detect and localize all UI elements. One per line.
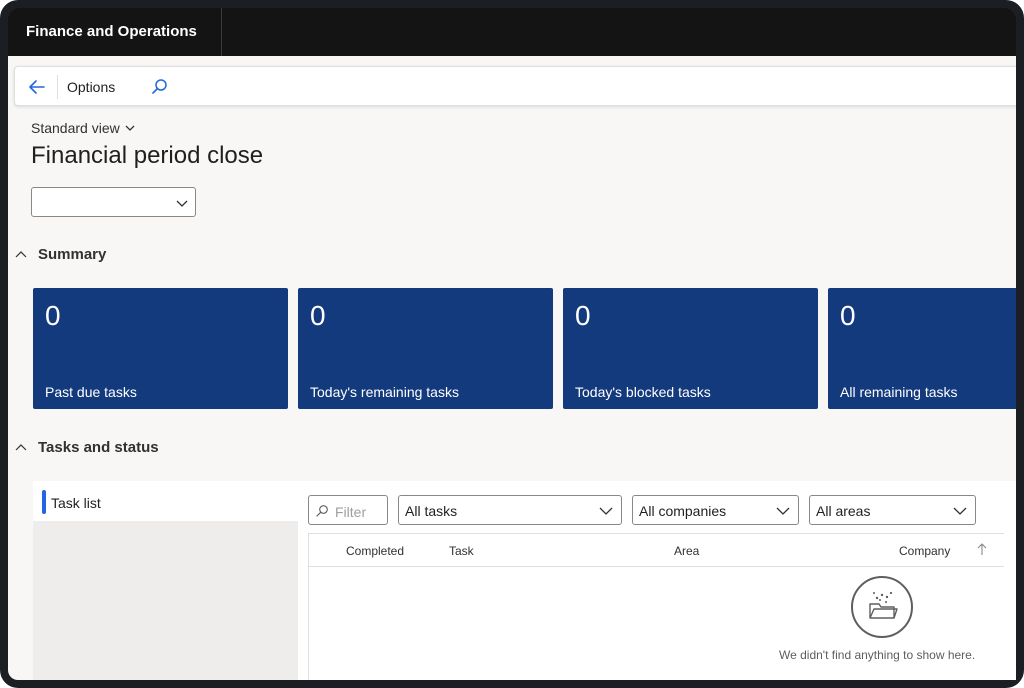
selected-indicator (42, 490, 46, 514)
options-button[interactable]: Options (67, 79, 115, 95)
app-bar-divider (221, 8, 222, 56)
filter-placeholder: Filter (335, 504, 367, 520)
chevron-up-icon (15, 250, 27, 257)
column-header-completed[interactable]: Completed (346, 544, 404, 558)
empty-state-message: We didn't find anything to show here. (779, 648, 976, 662)
column-header-task[interactable]: Task (449, 544, 474, 558)
nav-item-label: Task list (51, 495, 101, 511)
chevron-up-icon (15, 443, 27, 450)
tasks-section-header[interactable]: Tasks and status (14, 439, 159, 456)
view-selector[interactable]: Standard view (31, 120, 136, 136)
search-icon (152, 79, 167, 94)
column-header-company[interactable]: Company (899, 544, 950, 558)
tile-count: 0 (575, 300, 591, 331)
filter-input[interactable]: Filter (308, 495, 388, 525)
tile-label: Today's blocked tasks (575, 384, 711, 400)
tile-todays-blocked-tasks[interactable]: 0 Today's blocked tasks (563, 288, 818, 409)
chevron-down-icon (776, 507, 790, 515)
company-select[interactable]: All companies (632, 495, 799, 525)
sort-arrow-icon[interactable] (976, 541, 988, 557)
tasks-section-label: Tasks and status (38, 439, 159, 456)
empty-state-icon (851, 576, 913, 638)
chevron-down-icon (125, 125, 135, 131)
chevron-down-icon (599, 507, 613, 515)
tile-all-remaining-tasks[interactable]: 0 All remaining tasks (828, 288, 1016, 409)
task-status-select[interactable]: All tasks (398, 495, 622, 525)
summary-section-header[interactable]: Summary (14, 246, 106, 263)
task-list-panel: Filter All tasks All companies All areas (298, 481, 1016, 680)
action-pane-divider (57, 75, 58, 99)
tile-label: Past due tasks (45, 384, 137, 400)
chevron-down-icon (953, 507, 967, 515)
period-dropdown[interactable] (31, 187, 196, 217)
summary-section-label: Summary (38, 246, 107, 263)
tasks-nav-panel: Task list (33, 481, 298, 680)
tile-count: 0 (45, 300, 61, 331)
tile-count: 0 (840, 300, 856, 331)
search-button[interactable] (148, 76, 170, 98)
empty-folder-icon (869, 591, 898, 619)
task-status-value: All tasks (405, 503, 458, 519)
app-bar: Finance and Operations (8, 8, 1016, 56)
column-header-area[interactable]: Area (674, 544, 699, 558)
app-title[interactable]: Finance and Operations (26, 23, 197, 40)
nav-item-task-list[interactable]: Task list (33, 481, 298, 521)
back-button[interactable] (23, 73, 51, 101)
action-pane: Options (14, 66, 1016, 106)
tile-past-due-tasks[interactable]: 0 Past due tasks (33, 288, 288, 409)
view-selector-label: Standard view (31, 120, 120, 136)
area-value: All areas (816, 503, 871, 519)
window-frame: Finance and Operations Options Standard … (0, 0, 1024, 688)
company-value: All companies (639, 503, 727, 519)
area-select[interactable]: All areas (809, 495, 976, 525)
page-title: Financial period close (31, 142, 264, 169)
grid-header: Completed Task Area Company (308, 533, 1004, 567)
workspace: Options Standard view Financial period c… (8, 56, 1016, 680)
tile-label: All remaining tasks (840, 384, 958, 400)
tile-count: 0 (310, 300, 326, 331)
search-icon (316, 505, 328, 517)
tile-todays-remaining-tasks[interactable]: 0 Today's remaining tasks (298, 288, 553, 409)
chevron-down-icon (176, 200, 188, 207)
tile-label: Today's remaining tasks (310, 384, 459, 400)
back-arrow-icon (29, 80, 45, 94)
